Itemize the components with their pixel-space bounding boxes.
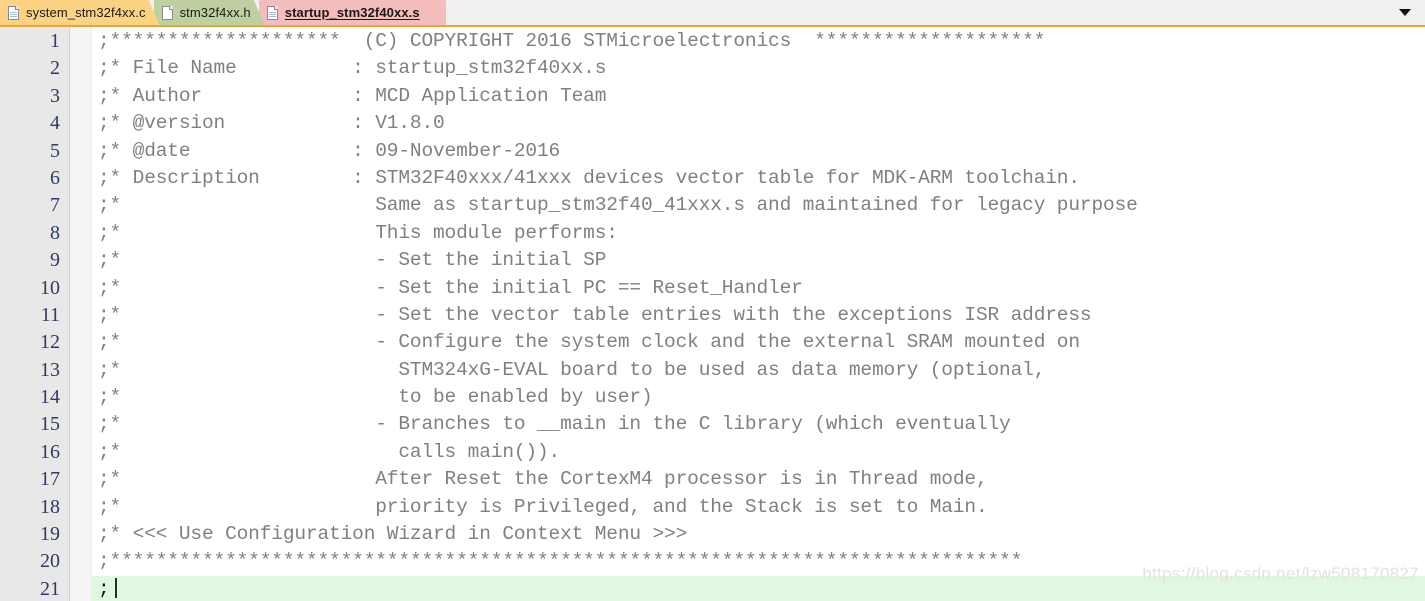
code-line[interactable]: ;* - Set the initial PC == Reset_Handler bbox=[92, 275, 1425, 302]
code-line[interactable]: ;* - Branches to __main in the C library… bbox=[92, 411, 1425, 438]
code-line-text: ;***************************************… bbox=[98, 550, 1023, 573]
line-number: 3 bbox=[50, 84, 60, 107]
code-line-text: ;* STM324xG-EVAL board to be used as dat… bbox=[98, 358, 1046, 381]
line-number: 10 bbox=[40, 276, 60, 299]
code-line-text: ;* <<< Use Configuration Wizard in Conte… bbox=[98, 523, 688, 546]
line-number: 17 bbox=[40, 468, 60, 491]
code-line[interactable]: ;* - Set the initial SP bbox=[92, 247, 1425, 274]
code-line[interactable]: ;* @date : 09-November-2016 bbox=[92, 138, 1425, 165]
code-line[interactable]: ;* After Reset the CortexM4 processor is… bbox=[92, 466, 1425, 493]
line-number: 4 bbox=[50, 112, 60, 135]
code-line-text: ;* After Reset the CortexM4 processor is… bbox=[98, 468, 988, 491]
tab-stm32f4xx-h[interactable]: stm32f4xx.h bbox=[154, 0, 265, 25]
line-number: 18 bbox=[40, 495, 60, 518]
code-line[interactable]: ;******************** (C) COPYRIGHT 2016… bbox=[92, 28, 1425, 55]
code-line[interactable]: ;* File Name : startup_stm32f40xx.s bbox=[92, 55, 1425, 82]
code-line[interactable]: ;* to be enabled by user) bbox=[92, 384, 1425, 411]
code-line-text: ;* priority is Privileged, and the Stack… bbox=[98, 495, 988, 518]
code-line-text: ;* @date : 09-November-2016 bbox=[98, 139, 561, 162]
document-icon bbox=[8, 6, 19, 20]
code-line[interactable]: ; bbox=[92, 575, 1425, 601]
tab-startup-stm32f40xx-s[interactable]: startup_stm32f40xx.s bbox=[258, 0, 446, 25]
code-line[interactable]: ;* @version : V1.8.0 bbox=[92, 110, 1425, 137]
code-line-text: ;* Same as startup_stm32f40_41xxx.s and … bbox=[98, 194, 1138, 217]
tab-label: startup_stm32f40xx.s bbox=[284, 5, 420, 20]
code-line-text: ;* Description : STM32F40xxx/41xxx devic… bbox=[98, 166, 1080, 189]
code-line[interactable]: ;* Description : STM32F40xxx/41xxx devic… bbox=[92, 165, 1425, 192]
tab-list-dropdown-button[interactable] bbox=[1385, 0, 1425, 25]
code-line[interactable]: ;* Same as startup_stm32f40_41xxx.s and … bbox=[92, 192, 1425, 219]
code-editor[interactable]: 1 2 3 4 5 6 7 8 9 10 11 12 13 14 15 16 17 18 19 20 21 ;*****… bbox=[0, 27, 1425, 601]
line-number: 1 bbox=[50, 30, 60, 52]
line-number: 5 bbox=[50, 139, 60, 162]
editor-tab-bar: system_stm32f4xx.c stm32f4xx.h startup_s… bbox=[0, 0, 1425, 27]
line-number: 14 bbox=[40, 386, 60, 409]
code-line-text: ;* - Set the initial SP bbox=[98, 249, 607, 272]
code-line-text: ;* to be enabled by user) bbox=[98, 386, 653, 409]
line-number: 8 bbox=[50, 221, 60, 244]
line-number: 12 bbox=[40, 331, 60, 354]
code-line-text: ;* Author : MCD Application Team bbox=[98, 84, 607, 107]
code-line[interactable]: ;* This module performs: bbox=[92, 220, 1425, 247]
line-number: 6 bbox=[50, 166, 60, 189]
line-number: 7 bbox=[50, 194, 60, 217]
code-line[interactable]: ;* Author : MCD Application Team bbox=[92, 83, 1425, 110]
line-number: 13 bbox=[40, 358, 60, 381]
tab-system-stm32f4xx-c[interactable]: system_stm32f4xx.c bbox=[0, 0, 160, 25]
text-cursor bbox=[114, 577, 117, 598]
code-line[interactable]: ;* calls main()). bbox=[92, 439, 1425, 466]
code-line-text: ; bbox=[98, 577, 110, 600]
code-line-text: ;******************** (C) COPYRIGHT 2016… bbox=[98, 30, 1046, 52]
code-line-text: ;* @version : V1.8.0 bbox=[98, 112, 445, 135]
code-line-text: ;* - Configure the system clock and the … bbox=[98, 331, 1080, 354]
line-number: 20 bbox=[40, 550, 60, 573]
document-icon bbox=[266, 5, 278, 20]
line-number: 15 bbox=[40, 413, 60, 436]
line-number: 11 bbox=[40, 303, 60, 326]
tab-bar-filler bbox=[440, 0, 1385, 25]
code-line-text: ;* This module performs: bbox=[98, 221, 618, 244]
code-text-area[interactable]: ;******************** (C) COPYRIGHT 2016… bbox=[92, 27, 1425, 601]
code-line[interactable]: ;* - Configure the system clock and the … bbox=[92, 329, 1425, 356]
code-line[interactable]: ;* - Set the vector table entries with t… bbox=[92, 302, 1425, 329]
line-number: 16 bbox=[40, 440, 60, 463]
document-icon bbox=[162, 6, 173, 20]
code-line-text: ;* - Branches to __main in the C library… bbox=[98, 413, 1011, 436]
code-line[interactable]: ;* priority is Privileged, and the Stack… bbox=[92, 494, 1425, 521]
code-line-text: ;* - Set the initial PC == Reset_Handler bbox=[98, 276, 803, 299]
code-line[interactable]: ;* STM324xG-EVAL board to be used as dat… bbox=[92, 357, 1425, 384]
line-number: 2 bbox=[50, 57, 60, 80]
code-line[interactable]: ;* <<< Use Configuration Wizard in Conte… bbox=[92, 521, 1425, 548]
line-number: 21 bbox=[40, 577, 60, 600]
tab-label: stm32f4xx.h bbox=[179, 5, 251, 20]
code-line[interactable]: ;***************************************… bbox=[92, 548, 1425, 575]
tab-label: system_stm32f4xx.c bbox=[26, 5, 146, 20]
code-line-text: ;* - Set the vector table entries with t… bbox=[98, 303, 1092, 326]
code-line-text: ;* calls main()). bbox=[98, 440, 561, 463]
line-number-gutter: 1 2 3 4 5 6 7 8 9 10 11 12 13 14 15 16 17 18 19 20 21 bbox=[0, 27, 70, 601]
chevron-down-icon bbox=[1399, 9, 1411, 16]
gutter-marker-strip[interactable] bbox=[70, 27, 92, 601]
line-number: 19 bbox=[40, 523, 60, 546]
code-line-text: ;* File Name : startup_stm32f40xx.s bbox=[98, 57, 607, 80]
line-number: 9 bbox=[50, 249, 60, 272]
